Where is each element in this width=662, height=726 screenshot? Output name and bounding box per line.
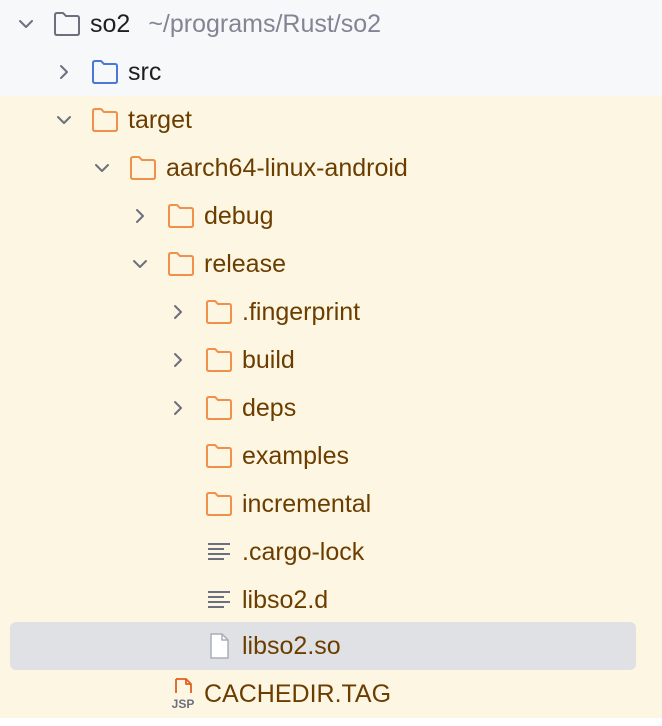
tree-row-cachedir-tag[interactable]: JSP CACHEDIR.TAG xyxy=(0,670,662,718)
tree-row-libso2-d[interactable]: libso2.d xyxy=(0,576,662,624)
tree-item-label: src xyxy=(128,58,162,86)
tree-item-label: debug xyxy=(204,202,274,230)
tree-item-label: libso2.d xyxy=(242,586,329,614)
tree-item-label: aarch64-linux-android xyxy=(166,154,408,182)
tree-item-label: .fingerprint xyxy=(242,298,361,326)
chevron-down-icon[interactable] xyxy=(92,158,112,178)
tree-row-incremental[interactable]: incremental xyxy=(0,480,662,528)
excluded-folder-icon xyxy=(204,346,234,374)
tree-row-debug[interactable]: debug xyxy=(0,192,662,240)
tree-row-release[interactable]: release xyxy=(0,240,662,288)
tree-item-label: incremental xyxy=(242,490,372,518)
tree-item-label: CACHEDIR.TAG xyxy=(204,680,392,708)
tree-item-label: .cargo-lock xyxy=(242,538,365,566)
chevron-right-icon[interactable] xyxy=(168,350,188,370)
file-icon xyxy=(204,632,234,660)
tree-row-fingerprint[interactable]: .fingerprint xyxy=(0,288,662,336)
tree-item-label: libso2.so xyxy=(242,632,341,660)
tree-row-deps[interactable]: deps xyxy=(0,384,662,432)
tree-item-label: build xyxy=(242,346,295,374)
project-path: ~/programs/Rust/so2 xyxy=(148,10,382,38)
excluded-folder-icon xyxy=(166,202,196,230)
tree-row-target[interactable]: target xyxy=(0,96,662,144)
tree-row-libso2-so[interactable]: libso2.so xyxy=(0,622,662,670)
tree-item-label: target xyxy=(128,106,192,134)
chevron-right-icon[interactable] xyxy=(168,398,188,418)
chevron-down-icon[interactable] xyxy=(130,254,150,274)
svg-text:JSP: JSP xyxy=(172,697,195,711)
excluded-folder-icon xyxy=(204,394,234,422)
chevron-right-icon[interactable] xyxy=(168,302,188,322)
tree-row-examples[interactable]: examples xyxy=(0,432,662,480)
excluded-folder-icon xyxy=(128,154,158,182)
excluded-folder-icon xyxy=(166,250,196,278)
tree-item-label: examples xyxy=(242,442,349,470)
project-tree: so2 ~/programs/Rust/so2 src target aarch… xyxy=(0,0,662,726)
jsp-file-icon: JSP xyxy=(166,677,200,711)
chevron-down-icon[interactable] xyxy=(16,14,36,34)
text-file-icon xyxy=(204,586,234,614)
tree-item-label: deps xyxy=(242,394,297,422)
excluded-folder-icon xyxy=(204,298,234,326)
tree-item-label: release xyxy=(204,250,286,278)
tree-row-aarch64-linux-android[interactable]: aarch64-linux-android xyxy=(0,144,662,192)
tree-row-so2[interactable]: so2 ~/programs/Rust/so2 xyxy=(0,0,662,48)
source-folder-icon xyxy=(90,58,120,86)
excluded-folder-icon xyxy=(90,106,120,134)
excluded-folder-icon xyxy=(204,490,234,518)
tree-row-build[interactable]: build xyxy=(0,336,662,384)
chevron-down-icon[interactable] xyxy=(54,110,74,130)
chevron-right-icon[interactable] xyxy=(130,206,150,226)
folder-icon xyxy=(52,10,82,38)
text-file-icon xyxy=(204,538,234,566)
tree-row-cargo-lock[interactable]: .cargo-lock xyxy=(0,528,662,576)
chevron-right-icon[interactable] xyxy=(54,62,74,82)
tree-row-src[interactable]: src xyxy=(0,48,662,96)
tree-item-label: so2 xyxy=(90,10,131,38)
excluded-folder-icon xyxy=(204,442,234,470)
